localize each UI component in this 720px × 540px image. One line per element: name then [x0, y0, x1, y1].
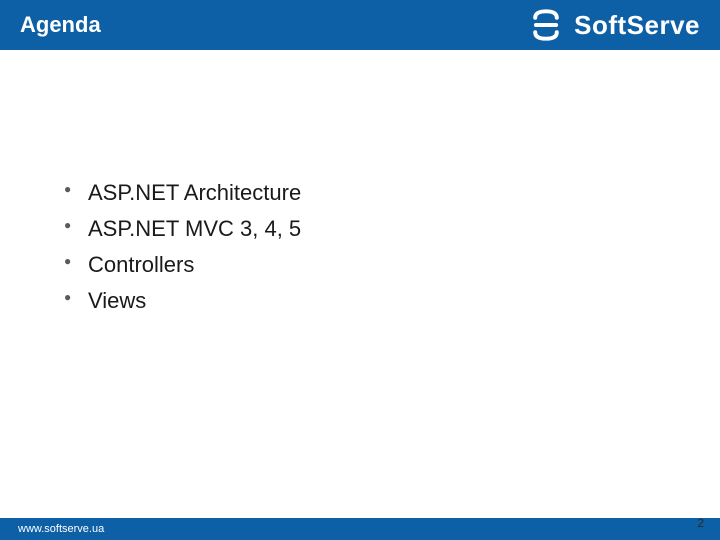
brand-name: SoftServe [574, 10, 700, 41]
slide-footer: www.softserve.ua [0, 518, 720, 540]
slide-title: Agenda [20, 12, 101, 38]
footer-url: www.softserve.ua [18, 523, 104, 535]
list-item: Views [60, 288, 660, 314]
list-item: Controllers [60, 252, 660, 278]
list-item: ASP.NET Architecture [60, 180, 660, 206]
agenda-list: ASP.NET Architecture ASP.NET MVC 3, 4, 5… [60, 180, 660, 314]
slide-content: ASP.NET Architecture ASP.NET MVC 3, 4, 5… [0, 50, 720, 518]
list-item: ASP.NET MVC 3, 4, 5 [60, 216, 660, 242]
brand: SoftServe [528, 7, 700, 43]
footer-spacer [682, 518, 702, 540]
slide-header: Agenda SoftServe [0, 0, 720, 50]
softserve-logo-icon [528, 7, 564, 43]
